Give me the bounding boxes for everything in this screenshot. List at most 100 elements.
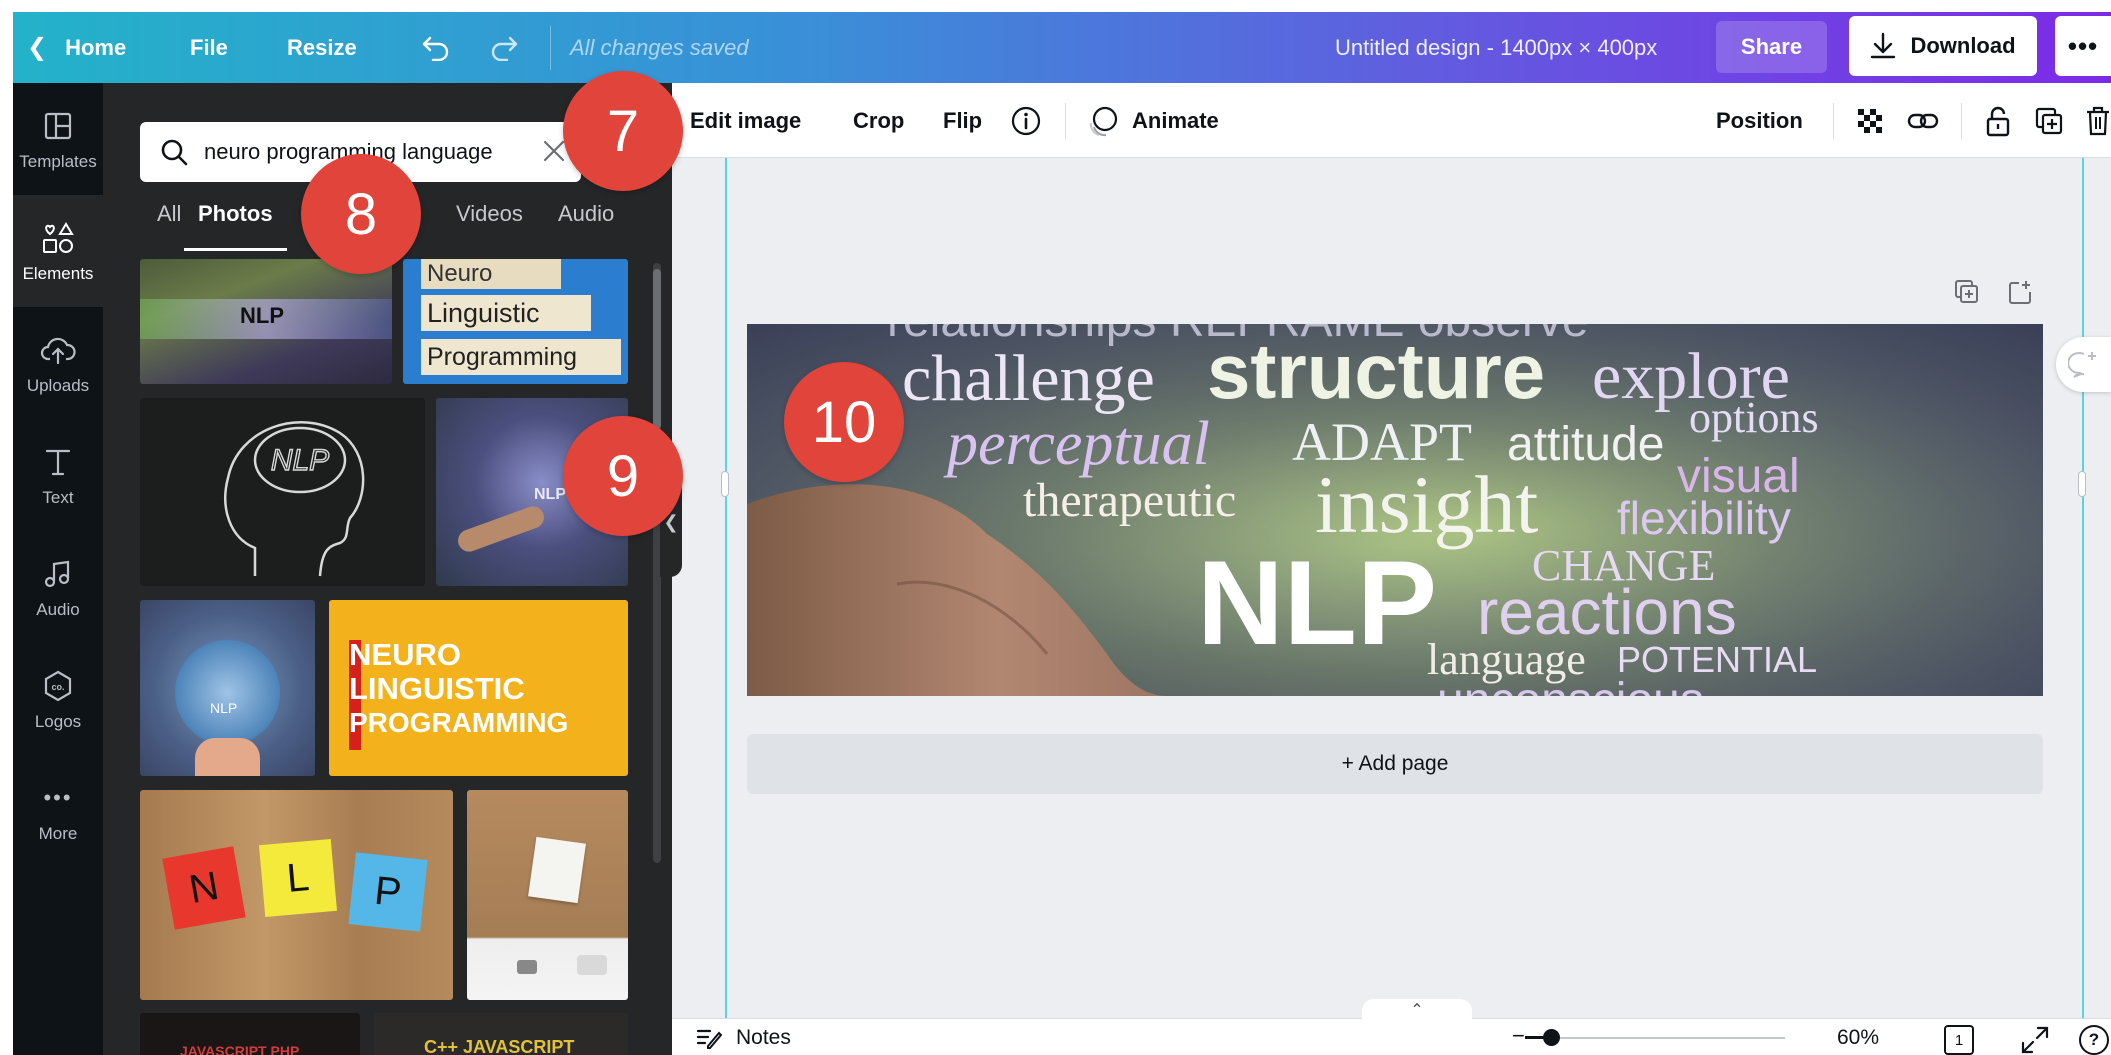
rail-item-audio[interactable]: Audio [13, 531, 103, 643]
word-therapeutic: therapeutic [1023, 474, 1236, 527]
notes-label: Notes [736, 1025, 791, 1049]
zoom-level[interactable]: 60% [1837, 1019, 1879, 1055]
help-button[interactable]: ? [2079, 1025, 2109, 1055]
photo-nlp-cards[interactable]: Neuro Linguistic Programming [403, 259, 628, 384]
toolbar-divider [1065, 103, 1066, 139]
design-image: relationships REFRAME observe challenge … [747, 324, 2043, 696]
lock-icon[interactable] [1980, 83, 2016, 158]
search-icon [161, 139, 188, 166]
tab-photos[interactable]: Photos [184, 201, 287, 251]
photo-globe-hand[interactable]: NLP [140, 600, 315, 776]
animate-icon [1089, 106, 1118, 136]
resize-button[interactable]: Resize [287, 12, 357, 83]
rail-label-elements: Elements [22, 264, 94, 283]
duplicate-icon[interactable] [2031, 83, 2067, 158]
step-marker-9: 9 [563, 416, 683, 536]
code-text-2: C++ JAVASCRIPT [424, 1037, 575, 1055]
photo-pinned-paper[interactable] [467, 790, 628, 1000]
design-title[interactable]: Untitled design - 1400px × 400px [1335, 12, 1657, 83]
more-icon: ••• [43, 785, 73, 810]
canvas-guide-right [2082, 158, 2084, 1018]
page-count-button[interactable]: 1 [1944, 1025, 1974, 1055]
zoom-out-icon[interactable]: − [1512, 1023, 1525, 1049]
save-status: All changes saved [570, 34, 749, 60]
zoom-slider[interactable] [1525, 1037, 1785, 1039]
step-marker-8: 8 [301, 154, 421, 274]
logos-icon: co. [38, 666, 78, 706]
step-marker-10: 10 [784, 362, 904, 482]
undo-icon[interactable] [418, 12, 454, 83]
rail-label-templates: Templates [19, 152, 97, 171]
photo-code-languages-2[interactable]: C++ JAVASCRIPT [374, 1013, 628, 1055]
elements-icon [38, 218, 78, 258]
rail-item-uploads[interactable]: Uploads [13, 307, 103, 419]
rail-label-more: More [38, 824, 78, 843]
rail-item-logos[interactable]: co. Logos [13, 643, 103, 755]
uploads-icon [38, 330, 78, 370]
card-line1: Neuro [421, 259, 561, 289]
download-icon [1871, 32, 1896, 59]
fullscreen-icon[interactable] [2020, 1025, 2050, 1055]
card-line2: Linguistic [421, 295, 591, 331]
toolbar-divider [1961, 103, 1962, 139]
rail-item-templates[interactable]: Templates [13, 83, 103, 195]
note-p: P [348, 852, 428, 932]
show-pages-toggle[interactable]: ⌃ [1362, 999, 1472, 1021]
add-comment-icon[interactable] [2056, 337, 2111, 392]
chevron-left-icon: ❮ [27, 34, 48, 61]
photo-code-languages-1[interactable]: JAVASCRIPT PHP [140, 1013, 360, 1055]
download-button[interactable]: Download [1849, 16, 2037, 76]
image-toolbar: Edit image Crop Flip Animate Position [672, 83, 2111, 158]
tab-all[interactable]: All [157, 201, 181, 251]
rail-label-uploads: Uploads [26, 376, 90, 395]
rail-item-text[interactable]: Text [13, 419, 103, 531]
top-bar: ❮ Home File Resize All changes saved Unt… [13, 12, 2111, 83]
note-n: N [162, 846, 246, 930]
resize-handle-left[interactable] [721, 471, 729, 497]
file-menu[interactable]: File [190, 12, 228, 83]
transparency-icon[interactable] [1852, 83, 1888, 158]
info-icon[interactable] [1008, 83, 1044, 158]
rail-label-logos: Logos [34, 712, 82, 731]
toolbar-divider [1833, 103, 1834, 139]
yellow-line3: PROGRAMMING [349, 707, 569, 738]
yellow-line1: NEURO [349, 637, 461, 672]
rail-item-more[interactable]: ••• More [13, 755, 103, 867]
rail-label-text: Text [42, 488, 74, 507]
more-options-icon[interactable]: ••• [2055, 16, 2111, 76]
add-page-button[interactable]: + Add page [747, 734, 2043, 794]
add-page-icon[interactable] [2007, 278, 2035, 311]
photo-chalk-head[interactable]: NLP [140, 398, 425, 586]
card-line3: Programming [421, 339, 621, 375]
flip-button[interactable]: Flip [943, 83, 982, 158]
templates-icon [38, 106, 78, 146]
zoom-slider-knob[interactable] [1543, 1029, 1560, 1046]
tab-audio[interactable]: Audio [558, 201, 614, 251]
resize-handle-right[interactable] [2078, 471, 2086, 497]
photo-sticky-notes[interactable]: N L P [140, 790, 453, 1000]
trash-icon[interactable] [2080, 83, 2111, 158]
photo-yellow-nlp[interactable]: NEURO LINGUISTIC PROGRAMMING [329, 600, 628, 776]
crop-button[interactable]: Crop [853, 83, 904, 158]
duplicate-page-icon[interactable] [1953, 278, 1981, 311]
photo-nlp-banner[interactable]: NLP [140, 259, 392, 384]
tab-videos[interactable]: Videos [456, 201, 523, 251]
bottom-bar: ⌃ Notes − 60% 1 ? [672, 999, 2111, 1055]
word-structure: structure [1207, 327, 1545, 415]
rail-item-elements[interactable]: Elements [13, 195, 103, 307]
photo-results-grid: NLP Neuro Linguistic Programming NLP NLP [140, 259, 628, 1055]
edit-image-button[interactable]: Edit image [690, 83, 801, 158]
home-button[interactable]: ❮ Home [27, 12, 126, 83]
notes-button[interactable]: Notes [696, 1019, 791, 1055]
panel-scroll-thumb[interactable] [653, 269, 661, 429]
animate-button[interactable]: Animate [1086, 83, 1219, 158]
yellow-line2: LINGUISTIC [349, 671, 525, 706]
design-page[interactable]: relationships REFRAME observe challenge … [747, 324, 2043, 696]
link-icon[interactable] [1905, 83, 1941, 158]
topbar-divider [550, 26, 551, 70]
word-perceptual: perceptual [943, 410, 1210, 478]
note-l: L [258, 838, 338, 918]
share-button[interactable]: Share [1716, 21, 1827, 73]
redo-icon[interactable] [486, 12, 522, 83]
position-button[interactable]: Position [1716, 83, 1803, 158]
